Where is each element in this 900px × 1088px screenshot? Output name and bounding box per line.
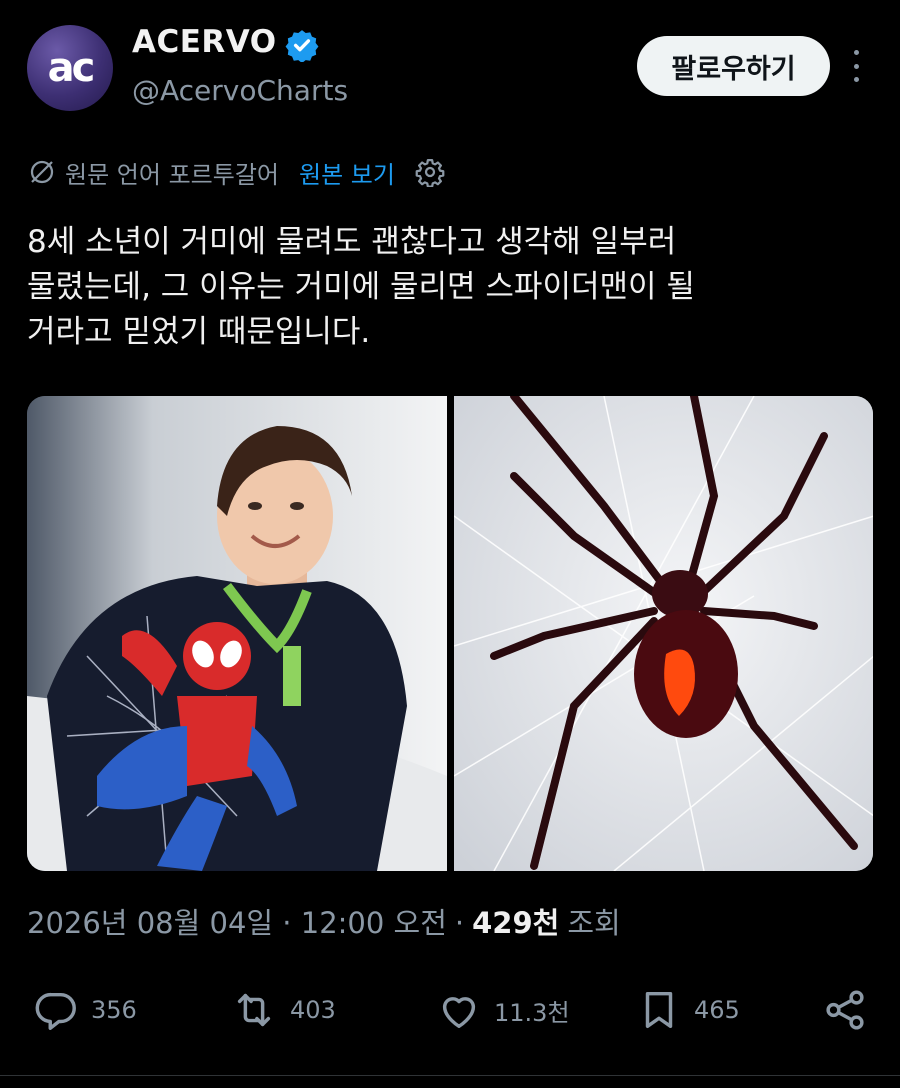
views-count: 429천 (472, 906, 560, 940)
timestamp[interactable]: 2026년 08월 04일 · 12:00 오전 (27, 900, 447, 942)
tweet-meta: 2026년 08월 04일 · 12:00 오전 · 429천 조회 (27, 900, 621, 942)
share-button[interactable] (822, 987, 868, 1033)
media-grid[interactable] (27, 396, 873, 871)
red-back-spider-photo[interactable] (453, 396, 873, 871)
divider (0, 1075, 900, 1076)
share-icon (826, 990, 864, 1030)
author-display-name[interactable]: ACERVO (132, 24, 277, 60)
translate-icon (30, 160, 54, 184)
meta-separator: · (454, 906, 465, 940)
translation-bar: 원문 언어 포르투갈어 원본 보기 (27, 152, 445, 192)
bookmark-count: 465 (694, 996, 740, 1024)
boy-in-spiderman-shirt-photo[interactable] (27, 396, 447, 871)
view-original-link[interactable]: 원본 보기 (299, 155, 395, 190)
retweet-icon (237, 993, 271, 1027)
gear-icon[interactable] (415, 157, 445, 187)
bookmark-button[interactable]: 465 (636, 987, 740, 1033)
retweet-button[interactable]: 403 (230, 987, 336, 1033)
avatar-logo-text: ac (47, 45, 96, 91)
reply-icon (35, 992, 76, 1030)
like-button[interactable]: 11.3천 (436, 987, 570, 1033)
like-count: 11.3천 (494, 998, 570, 1027)
author-handle[interactable]: @AcervoCharts (132, 74, 348, 107)
avatar[interactable]: ac (27, 25, 113, 111)
views-label: 조회 (567, 906, 621, 940)
bookmark-icon (645, 991, 673, 1029)
heart-icon (442, 997, 476, 1029)
reply-button[interactable]: 356 (33, 987, 137, 1033)
more-vertical-icon[interactable] (846, 50, 866, 82)
retweet-count: 403 (290, 996, 336, 1024)
verified-badge-icon (285, 30, 319, 62)
source-language-label: 원문 언어 포르투갈어 (65, 160, 279, 189)
reply-count: 356 (91, 996, 137, 1024)
tweet-text: 8세 소년이 거미에 물려도 괜찮다고 생각해 일부러 물렸는데, 그 이유는 … (27, 224, 695, 350)
follow-button[interactable]: 팔로우하기 (637, 36, 830, 96)
